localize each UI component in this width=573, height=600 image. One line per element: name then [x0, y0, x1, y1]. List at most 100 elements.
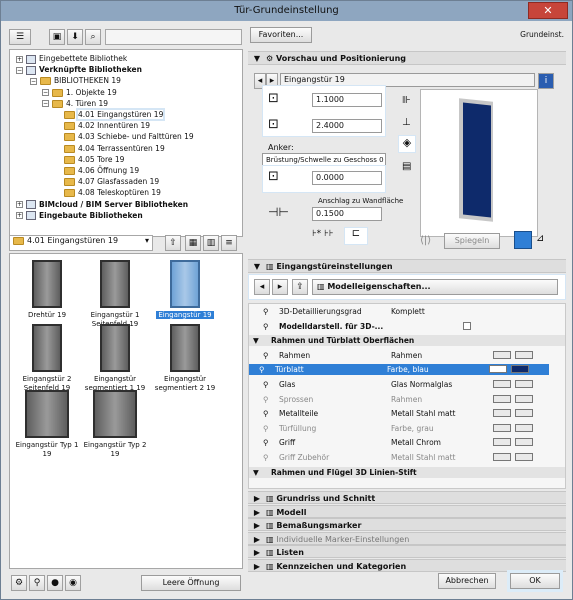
settings-icon[interactable]: ⚙ [11, 575, 27, 591]
settings-row[interactable]: ⚲ Griff Metall Chrom [253, 437, 543, 448]
expand-icon[interactable]: − [16, 66, 23, 74]
tree-item[interactable]: + Eingebaute Bibliotheken [16, 210, 143, 221]
surface-swatch[interactable] [493, 394, 511, 403]
surface-swatch[interactable] [493, 409, 511, 418]
tree-item[interactable]: + BIMcloud / BIM Server Bibliotheken [16, 199, 188, 210]
section-collapsed[interactable]: ▶ ▥ Modell [248, 504, 566, 518]
expand-icon[interactable]: + [16, 212, 23, 220]
width-field[interactable]: 1.1000 [312, 93, 382, 107]
section-collapsed[interactable]: ▶ ▥ Bemaßungsmarker [248, 518, 566, 531]
surface-swatch[interactable] [515, 423, 533, 432]
spiegeln-button[interactable]: Spiegeln [444, 233, 500, 249]
object-thumbnail[interactable]: Eingangstür Typ 2 19 [82, 390, 148, 458]
section-settings[interactable]: ▼ ▥ Eingangstüreinstellungen [248, 259, 566, 273]
view-icon-4[interactable]: ▤ [402, 161, 411, 172]
load-icon[interactable]: ⬇ [67, 29, 83, 45]
settings-row[interactable]: ⚲ Sprossen Rahmen [253, 394, 543, 405]
search-input[interactable] [105, 29, 242, 45]
tree-item[interactable]: 4.03 Schiebe- und Falttüren 19 [54, 131, 194, 142]
favorites-button[interactable]: Favoriten... [250, 27, 312, 43]
next-icon[interactable]: ▸ [272, 279, 288, 295]
tree-item[interactable]: 4.04 Terrassentüren 19 [54, 143, 165, 154]
search-icon[interactable]: ⌕ [85, 29, 101, 45]
anchor-points-icon[interactable]: ⊦* ⊦⊦ [312, 229, 333, 239]
tree-item[interactable]: − 4. Türen 19 [42, 98, 108, 109]
settings-row[interactable]: ⚲ Modelldarstell. für 3D-... [253, 321, 543, 332]
section-collapsed[interactable]: ▶ ▥ Kennzeichen und Kategorien [248, 558, 566, 572]
tree-icon[interactable]: ⚲ [29, 575, 45, 591]
surface-swatch[interactable] [515, 438, 533, 447]
expand-icon[interactable]: + [16, 201, 23, 209]
tree-item[interactable]: + Eingebettete Bibliothek [16, 53, 127, 64]
folder-select[interactable]: 4.01 Eingangstüren 19 ▾ [9, 235, 153, 251]
tree-item[interactable]: 4.06 Öffnung 19 [54, 165, 139, 176]
tree-item[interactable]: 4.08 Teleskoptüren 19 [54, 187, 161, 198]
surface-swatch[interactable] [493, 438, 511, 447]
leere-oeffnung-button[interactable]: Leere Öffnung [141, 575, 241, 591]
expand-icon[interactable]: − [42, 100, 49, 108]
library-manager-icon[interactable]: ▣ [49, 29, 65, 45]
web-icon[interactable]: ◉ [65, 575, 81, 591]
view-3d-icon[interactable]: ◈ [398, 135, 416, 153]
object-thumbnail[interactable]: Eingangstür Typ 1 19 [14, 390, 80, 458]
prev-icon[interactable]: ◂ [254, 279, 270, 295]
anchor-selected-icon[interactable]: ⊏ [344, 227, 368, 245]
object-thumbnail[interactable]: Eingangstür 1 Seitenfeld 19 [82, 260, 148, 328]
settings-row[interactable]: ⚲ 3D-Detaillierungsgrad Komplett [253, 306, 543, 317]
anker-field[interactable]: 0.0000 [312, 171, 382, 185]
tree-item[interactable]: − 1. Objekte 19 [42, 87, 117, 98]
tree-item[interactable]: − BIBLIOTHEKEN 19 [30, 75, 121, 86]
folder-up-icon[interactable]: ⇧ [165, 235, 181, 251]
object-thumbnail[interactable]: Eingangstür segmentiert 2 19 [152, 324, 218, 392]
height-field[interactable]: 2.4000 [312, 119, 382, 133]
anschlag-field[interactable]: 0.1500 [312, 207, 382, 221]
surface-swatch[interactable] [511, 365, 529, 374]
settings-row[interactable]: ▼ Rahmen und Türblatt Oberflächen [249, 335, 565, 347]
tree-item[interactable]: 4.05 Tore 19 [54, 154, 124, 165]
tree-item[interactable]: 4.01 Eingangstüren 19 [54, 108, 166, 121]
object-thumbnail[interactable]: Eingangstür 2 Seitenfeld 19 [14, 324, 80, 392]
surface-swatch[interactable] [493, 380, 511, 388]
object-thumbnail[interactable]: Eingangstür segmentiert 1 19 [82, 324, 148, 392]
surface-swatch[interactable] [489, 365, 507, 374]
tree-item[interactable]: − Verknüpfte Bibliotheken [16, 64, 142, 75]
settings-row[interactable]: ⚲ Rahmen Rahmen [253, 350, 543, 361]
surface-swatch[interactable] [515, 350, 533, 359]
section-collapsed[interactable]: ▶ ▥ Listen [248, 545, 566, 558]
small-icons-icon[interactable]: ▥ [203, 235, 219, 251]
view-side-icon[interactable] [514, 231, 532, 249]
mirror-icon[interactable]: ⟨|⟩ [420, 235, 431, 246]
surface-swatch[interactable] [515, 453, 533, 461]
section-preview[interactable]: ▼ ⚙ Vorschau und Positionierung [248, 51, 566, 65]
object-thumbnail[interactable]: Drehtür 19 [14, 260, 80, 320]
section-collapsed[interactable]: ▶ ▥ Individuelle Marker-Einstellungen [248, 531, 566, 545]
expand-icon[interactable]: − [42, 89, 49, 97]
settings-row[interactable]: ⚲ Metallteile Metall Stahl matt [253, 408, 543, 419]
surface-swatch[interactable] [493, 423, 511, 432]
expand-icon[interactable]: − [30, 77, 37, 85]
pin-icon[interactable]: ⇪ [292, 279, 308, 295]
cancel-button[interactable]: Abbrechen [438, 573, 496, 589]
section-collapsed[interactable]: ▶ ▥ Grundriss und Schnitt [248, 491, 566, 504]
surface-swatch[interactable] [515, 380, 533, 388]
settings-row[interactable]: ⚲ Glas Glas Normalglas [253, 379, 543, 390]
close-button[interactable]: ✕ [528, 2, 568, 19]
modelleigenschaften-button[interactable]: ▥ Modelleigenschaften... [312, 279, 558, 295]
settings-row[interactable]: ⚲ Türfüllung Farbe, grau [253, 423, 543, 434]
ok-button[interactable]: OK [507, 570, 563, 592]
surface-swatch[interactable] [493, 350, 511, 359]
tree-item[interactable]: 4.02 Innentüren 19 [54, 120, 150, 131]
expand-icon[interactable]: + [16, 55, 23, 63]
large-icons-icon[interactable]: ▦ [185, 235, 201, 251]
globe-icon[interactable]: ● [47, 575, 63, 591]
view-icon-1[interactable]: ⊪ [402, 95, 411, 106]
view-side-alt-icon[interactable]: ⊿ [536, 233, 544, 244]
settings-row[interactable]: ▼ Rahmen und Flügel 3D Linien-Stift [249, 466, 565, 478]
settings-row[interactable]: ⚲ Griff Zubehör Metall Stahl matt [253, 452, 543, 463]
surface-swatch[interactable] [515, 409, 533, 418]
tree-item[interactable]: 4.07 Glasfassaden 19 [54, 176, 159, 187]
view-icon-2[interactable]: ⊥ [402, 117, 411, 128]
surface-swatch[interactable] [515, 394, 533, 403]
info-icon[interactable]: i [538, 73, 554, 89]
view-mode-icon[interactable]: ☰ [9, 29, 31, 45]
